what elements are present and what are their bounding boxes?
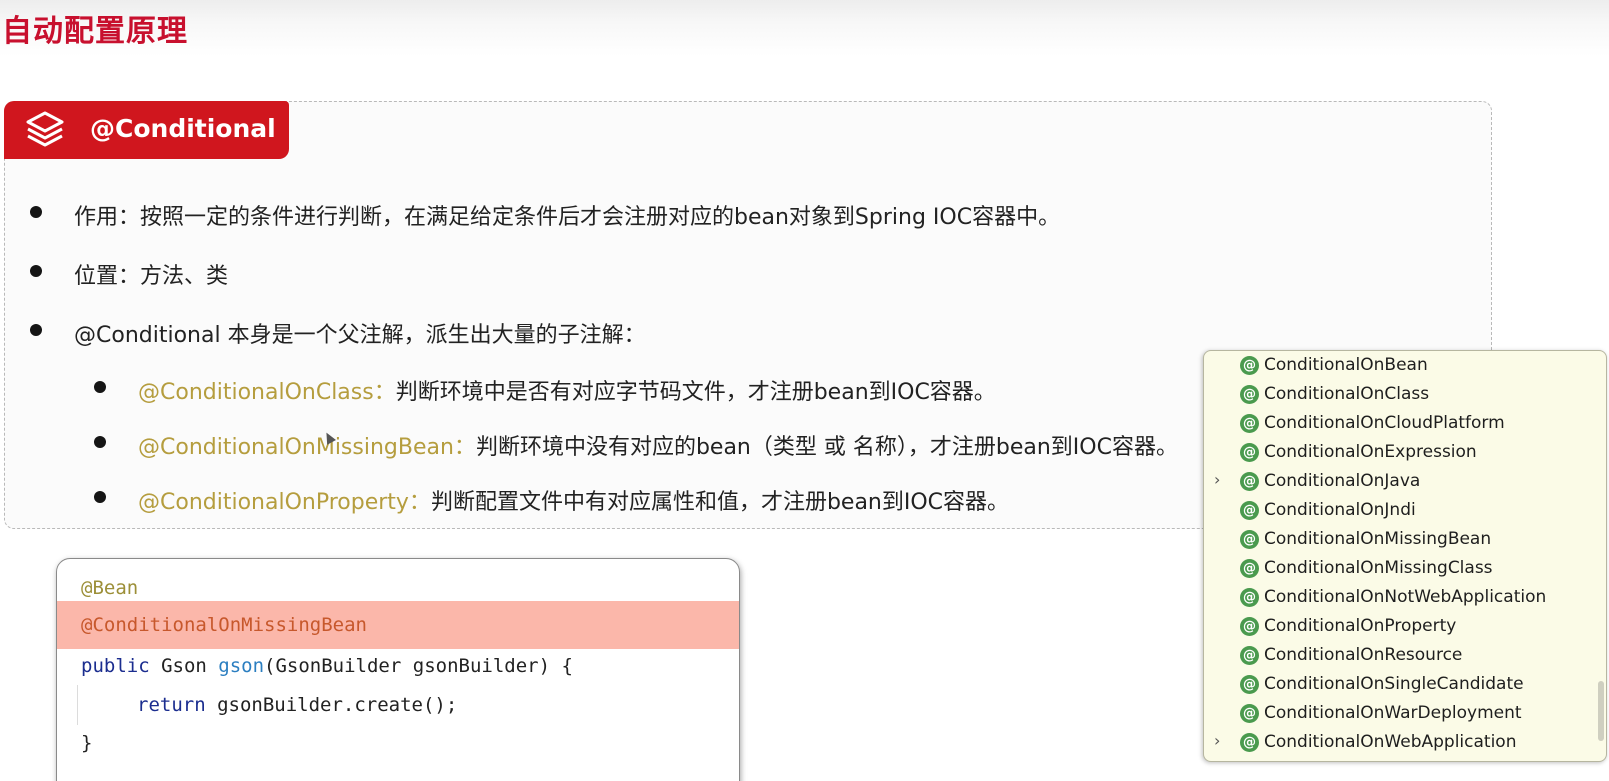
completion-item[interactable]: @ ConditionalOnProperty <box>1204 613 1606 642</box>
sub-bullet-dot <box>94 381 106 393</box>
sub-bullet-desc: 判断环境中没有对应的bean（类型 或 名称），才注册bean到IOC容器。 <box>475 435 1178 460</box>
code-line-close: } <box>57 724 739 762</box>
annotation-icon: @ <box>1240 385 1259 404</box>
card-tag-label: @Conditional <box>90 114 276 143</box>
completion-item-label: ConditionalOnProperty <box>1264 616 1457 636</box>
code-line-return: return gsonBuilder.create(); <box>57 686 739 724</box>
completion-item-label: ConditionalOnCloudPlatform <box>1264 413 1505 433</box>
chevron-right-icon[interactable]: › <box>1214 731 1220 750</box>
completion-item-label: ConditionalOnWebApplication <box>1264 732 1517 752</box>
sub-bullet-desc: 判断配置文件中有对应属性和值，才注册bean到IOC容器。 <box>430 490 1010 515</box>
annotation-icon: @ <box>1240 675 1259 694</box>
completion-popup[interactable]: @ ConditionalOnBean @ ConditionalOnClass @… <box>1203 350 1607 762</box>
annotation-icon: @ <box>1240 530 1259 549</box>
completion-item-label: ConditionalOnWarDeployment <box>1264 703 1522 723</box>
completion-item-label: ConditionalOnResource <box>1264 645 1463 665</box>
completion-item-label: ConditionalOnBean <box>1264 355 1428 375</box>
completion-item-label: ConditionalOnMissingClass <box>1264 558 1493 578</box>
sub-bullet-dot <box>94 436 106 448</box>
annotation-icon: @ <box>1240 414 1259 433</box>
annotation-icon: @ <box>1240 646 1259 665</box>
annotation-icon: @ <box>1240 704 1259 723</box>
popup-scrollbar[interactable] <box>1598 681 1604 741</box>
sub-bullet-dot <box>94 491 106 503</box>
return-type: Gson <box>149 655 219 677</box>
bullet-dot <box>30 206 42 218</box>
card-tag: @Conditional <box>4 101 289 159</box>
chevron-right-icon[interactable]: › <box>1214 470 1220 489</box>
completion-item-label: ConditionalOnClass <box>1264 384 1430 404</box>
annotation-icon: @ <box>1240 733 1259 752</box>
annotation-bean: @Bean <box>81 577 139 599</box>
keyword-return: return <box>137 694 206 716</box>
bullet-parent-annotation: @Conditional 本身是一个父注解，派生出大量的子注解： <box>74 323 646 348</box>
annotation-icon: @ <box>1240 588 1259 607</box>
sub-bullet-key: @ConditionalOnClass： <box>138 380 396 405</box>
completion-item-label: ConditionalOnJava <box>1264 471 1421 491</box>
annotation-icon: @ <box>1240 559 1259 578</box>
method-name: gson <box>218 655 265 677</box>
bullet-dot <box>30 265 42 277</box>
annotation-icon: @ <box>1240 443 1259 462</box>
slide: 自动配置原理 @Conditional 作用：按照一定的条件进行判断，在满足给定… <box>0 0 1609 781</box>
annotation-icon: @ <box>1240 472 1259 491</box>
completion-item-label: ConditionalOnNotWebApplication <box>1264 587 1547 607</box>
annotation-icon: @ <box>1240 501 1259 520</box>
annotation-conditional-on-missing-bean: @ConditionalOnMissingBean <box>81 614 367 636</box>
page-title-bar: 自动配置原理 <box>0 0 1609 56</box>
sub-bullet-on-property: @ConditionalOnProperty：判断配置文件中有对应属性和值，才注… <box>138 484 1009 516</box>
keyword-public: public <box>81 655 150 677</box>
annotation-icon: @ <box>1240 617 1259 636</box>
bullet-purpose: 作用：按照一定的条件进行判断，在满足给定条件后才会注册对应的bean对象到Spr… <box>74 205 1061 230</box>
completion-item-label: ConditionalOnSingleCandidate <box>1264 674 1524 694</box>
completion-item[interactable]: @ ConditionalOnMissingBean <box>1204 526 1606 555</box>
method-params: (GsonBuilder gsonBuilder) { <box>264 655 573 677</box>
completion-item[interactable]: @ ConditionalOnNotWebApplication <box>1204 584 1606 613</box>
layers-icon <box>26 111 64 147</box>
completion-item[interactable]: › @ ConditionalOnWebApplication <box>1204 729 1606 758</box>
closing-brace: } <box>81 732 93 754</box>
completion-item[interactable]: › @ ConditionalOnJava <box>1204 468 1606 497</box>
return-expression: gsonBuilder.create(); <box>205 694 458 716</box>
completion-item-label: ConditionalOnJndi <box>1264 500 1416 520</box>
completion-item[interactable]: @ ConditionalOnMissingClass <box>1204 555 1606 584</box>
completion-item[interactable]: @ ConditionalOnJndi <box>1204 497 1606 526</box>
sub-bullet-on-missing-bean: @ConditionalOnMissingBean：判断环境中没有对应的bean… <box>138 429 1178 461</box>
bullet-position: 位置：方法、类 <box>74 264 229 289</box>
sub-bullet-on-class: @ConditionalOnClass：判断环境中是否有对应字节码文件，才注册b… <box>138 374 996 406</box>
completion-item[interactable]: @ ConditionalOnClass <box>1204 381 1606 410</box>
code-line-highlighted: @ConditionalOnMissingBean <box>57 601 739 649</box>
sub-bullet-desc: 判断环境中是否有对应字节码文件，才注册bean到IOC容器。 <box>395 380 996 405</box>
completion-item-label: ConditionalOnMissingBean <box>1264 529 1492 549</box>
completion-item-label: ConditionalOnExpression <box>1264 442 1477 462</box>
completion-item[interactable]: @ ConditionalOnCloudPlatform <box>1204 410 1606 439</box>
completion-item[interactable]: @ ConditionalOnBean <box>1204 352 1606 381</box>
code-line-method-signature: public Gson gson(GsonBuilder gsonBuilder… <box>57 647 739 685</box>
code-snippet[interactable]: @Bean @ConditionalOnMissingBean public G… <box>56 558 740 781</box>
sub-bullet-key: @ConditionalOnMissingBean： <box>138 435 476 460</box>
completion-item[interactable]: @ ConditionalOnExpression <box>1204 439 1606 468</box>
indent-guide <box>77 685 78 725</box>
completion-item[interactable]: @ ConditionalOnWarDeployment <box>1204 700 1606 729</box>
completion-item[interactable]: @ ConditionalOnSingleCandidate <box>1204 671 1606 700</box>
annotation-icon: @ <box>1240 356 1259 375</box>
sub-bullet-key: @ConditionalOnProperty： <box>138 490 431 515</box>
page-title: 自动配置原理 <box>2 14 188 49</box>
bullet-dot <box>30 324 42 336</box>
completion-item[interactable]: @ ConditionalOnResource <box>1204 642 1606 671</box>
